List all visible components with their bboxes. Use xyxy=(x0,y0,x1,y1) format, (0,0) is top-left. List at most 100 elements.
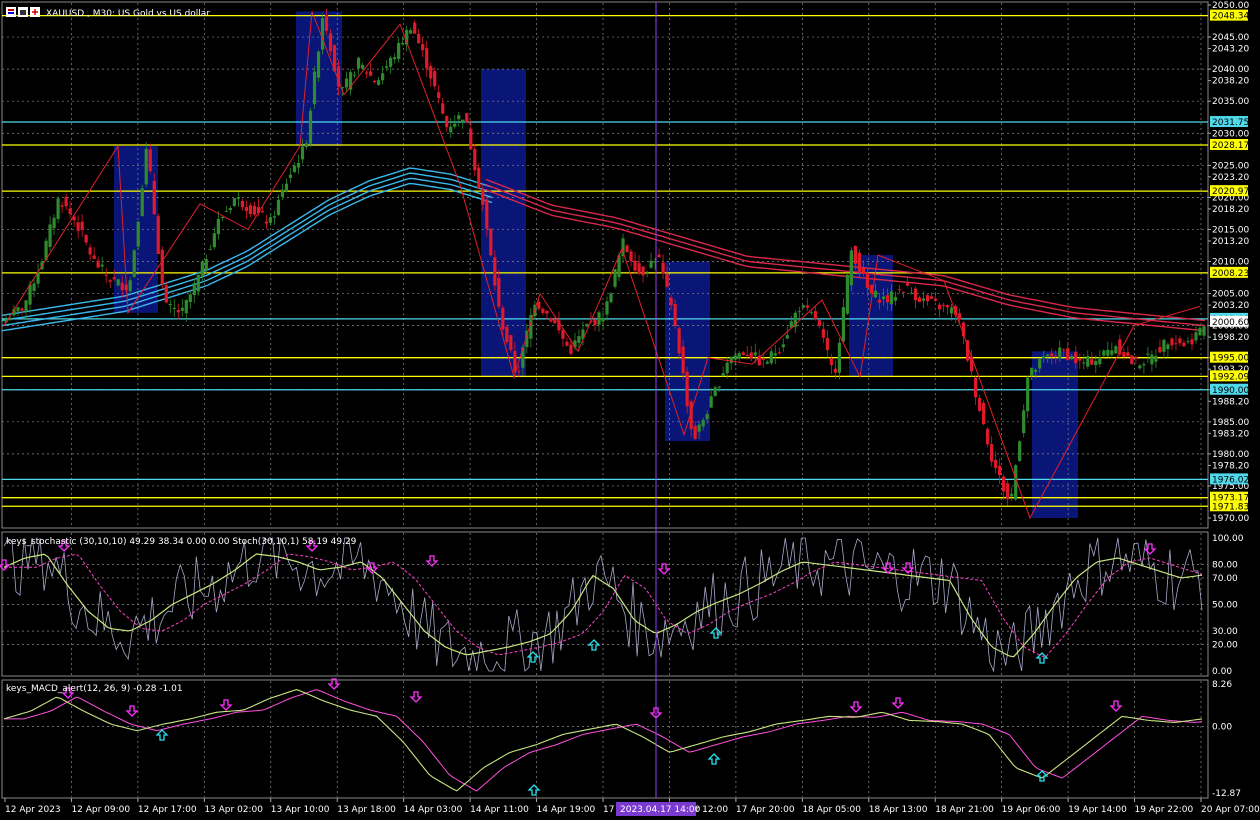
candle-body[interactable] xyxy=(545,310,549,314)
candle-body[interactable] xyxy=(505,326,509,343)
candle-body[interactable] xyxy=(356,57,361,69)
candle-body[interactable] xyxy=(1074,352,1078,364)
candle-body[interactable] xyxy=(1110,350,1114,355)
candle-body[interactable] xyxy=(1086,356,1090,367)
candle-body[interactable] xyxy=(180,307,184,311)
candle-body[interactable] xyxy=(1122,352,1126,357)
candle-body[interactable] xyxy=(713,387,717,396)
candle-body[interactable] xyxy=(921,298,926,301)
candle-body[interactable] xyxy=(268,217,273,223)
lock-icon[interactable] xyxy=(18,7,28,17)
candle-body[interactable] xyxy=(389,57,393,67)
candle-body[interactable] xyxy=(1190,339,1194,345)
candle-body[interactable] xyxy=(613,269,617,287)
candle-body[interactable] xyxy=(200,261,204,276)
candle-body[interactable] xyxy=(1162,339,1166,352)
candle-body[interactable] xyxy=(481,189,485,205)
candle-body[interactable] xyxy=(709,396,713,408)
candle-body[interactable] xyxy=(344,78,349,88)
candle-body[interactable] xyxy=(994,459,998,468)
candle-body[interactable] xyxy=(1042,356,1046,359)
candle-body[interactable] xyxy=(777,352,781,354)
candle-body[interactable] xyxy=(489,228,493,256)
candle-body[interactable] xyxy=(457,115,461,120)
candle-body[interactable] xyxy=(553,319,557,324)
candle-body[interactable] xyxy=(841,307,845,342)
candle-body[interactable] xyxy=(1106,349,1110,356)
candle-body[interactable] xyxy=(1134,356,1138,359)
candle-body[interactable] xyxy=(805,305,809,308)
candle-body[interactable] xyxy=(978,397,982,411)
candle-body[interactable] xyxy=(60,205,64,207)
candle-body[interactable] xyxy=(292,165,297,173)
candle-body[interactable] xyxy=(585,323,589,327)
candle-body[interactable] xyxy=(501,307,505,330)
candle-body[interactable] xyxy=(785,335,789,339)
candle-body[interactable] xyxy=(829,358,833,366)
candle-body[interactable] xyxy=(64,196,68,207)
candle-body[interactable] xyxy=(941,304,946,306)
candle-body[interactable] xyxy=(260,210,265,213)
candle-body[interactable] xyxy=(1146,353,1150,355)
candle-body[interactable] xyxy=(737,353,741,359)
candle-body[interactable] xyxy=(601,318,605,322)
candle-body[interactable] xyxy=(541,308,545,313)
candle-body[interactable] xyxy=(56,198,60,219)
candle-body[interactable] xyxy=(681,346,685,374)
candle-body[interactable] xyxy=(120,282,124,291)
candle-body[interactable] xyxy=(132,250,136,277)
candle-body[interactable] xyxy=(1094,360,1098,366)
candle-body[interactable] xyxy=(385,66,389,68)
candle-body[interactable] xyxy=(837,342,841,373)
candle-body[interactable] xyxy=(1186,341,1190,343)
candle-body[interactable] xyxy=(84,234,88,243)
candle-body[interactable] xyxy=(216,218,220,235)
candle-body[interactable] xyxy=(797,311,801,313)
candle-body[interactable] xyxy=(304,143,309,148)
candle-body[interactable] xyxy=(20,308,24,311)
trading-chart-canvas[interactable]: 2050.00 2045.00 2043.20 2040.00 2038.20 2035.… xyxy=(0,0,1260,820)
candle-body[interactable] xyxy=(441,103,445,114)
candle-body[interactable] xyxy=(152,180,156,215)
candle-body[interactable] xyxy=(905,283,910,286)
candle-body[interactable] xyxy=(637,263,641,274)
candle-body[interactable] xyxy=(296,162,301,168)
candle-body[interactable] xyxy=(409,30,413,34)
candle-body[interactable] xyxy=(773,353,777,356)
candle-body[interactable] xyxy=(861,268,866,274)
candle-body[interactable] xyxy=(160,249,164,285)
candle-body[interactable] xyxy=(184,299,188,314)
candle-body[interactable] xyxy=(697,424,701,432)
candle-body[interactable] xyxy=(1126,352,1130,357)
candle-body[interactable] xyxy=(24,300,28,312)
candle-body[interactable] xyxy=(393,57,397,60)
candle-body[interactable] xyxy=(998,465,1002,476)
candle-body[interactable] xyxy=(324,14,329,31)
candle-body[interactable] xyxy=(733,355,737,360)
candle-body[interactable] xyxy=(1046,354,1050,357)
candle-body[interactable] xyxy=(1022,410,1026,434)
candle-body[interactable] xyxy=(136,221,140,247)
candle-body[interactable] xyxy=(549,318,553,322)
candle-body[interactable] xyxy=(629,251,633,262)
candle-body[interactable] xyxy=(937,304,942,310)
candle-body[interactable] xyxy=(885,295,890,303)
candle-body[interactable] xyxy=(381,73,385,81)
candle-body[interactable] xyxy=(1114,346,1118,354)
candle-body[interactable] xyxy=(288,174,293,178)
candle-body[interactable] xyxy=(365,72,369,74)
candle-body[interactable] xyxy=(813,311,817,320)
candle-body[interactable] xyxy=(669,297,673,306)
candle-body[interactable] xyxy=(597,312,601,325)
candle-body[interactable] xyxy=(677,328,681,354)
candle-body[interactable] xyxy=(893,296,898,301)
candle-body[interactable] xyxy=(537,301,541,309)
candle-body[interactable] xyxy=(1082,362,1086,364)
candle-body[interactable] xyxy=(761,358,765,360)
candle-body[interactable] xyxy=(76,222,80,231)
candle-body[interactable] xyxy=(1050,353,1054,357)
candle-body[interactable] xyxy=(48,224,52,247)
candle-body[interactable] xyxy=(1130,355,1134,365)
candle-body[interactable] xyxy=(208,249,212,251)
candle-body[interactable] xyxy=(88,247,92,255)
